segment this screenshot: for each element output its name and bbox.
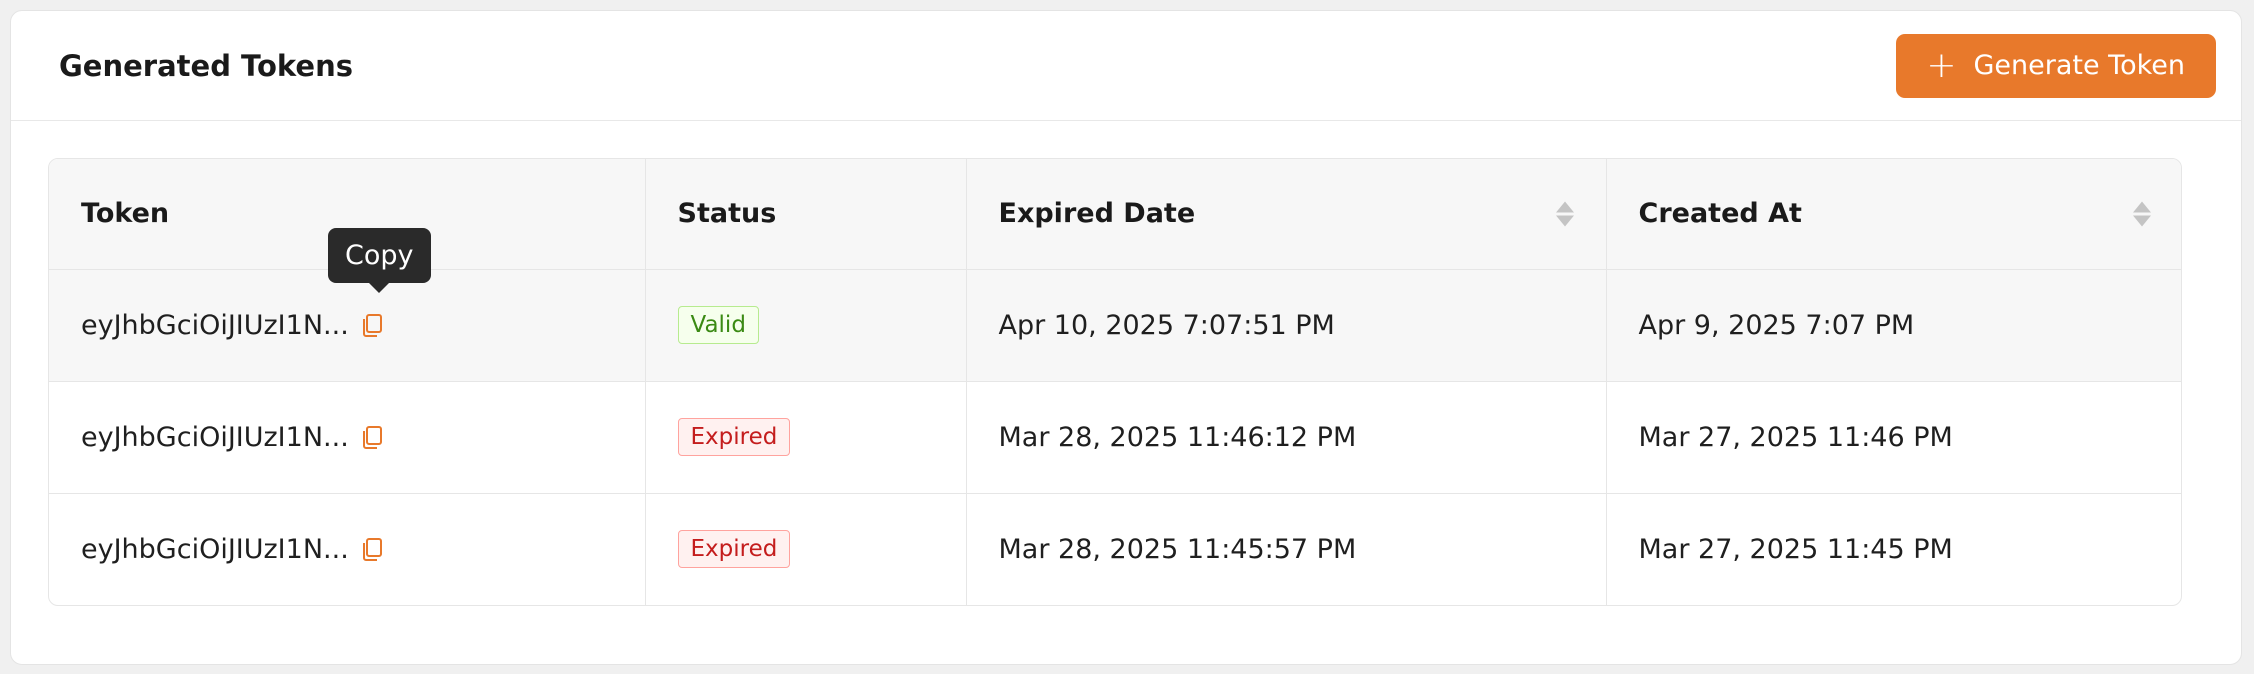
copy-icon[interactable] xyxy=(361,536,385,562)
expired-date-cell: Apr 10, 2025 7:07:51 PM xyxy=(966,269,1607,382)
status-cell: Expired xyxy=(645,381,967,494)
token-cell: eyJhbGciOiJIUzI1N... xyxy=(49,269,646,382)
status-cell: Expired xyxy=(645,493,967,605)
status-cell: Valid xyxy=(645,269,967,382)
page-title: Generated Tokens xyxy=(59,48,353,83)
plus-icon: + xyxy=(1926,44,1957,86)
token-value: eyJhbGciOiJIUzI1N... xyxy=(81,421,349,453)
status-badge: Valid xyxy=(677,306,759,344)
table-row: eyJhbGciOiJIUzI1N... Expired Mar 28, 202… xyxy=(49,493,2181,605)
token-cell: eyJhbGciOiJIUzI1N... xyxy=(49,381,646,494)
expired-date-cell: Mar 28, 2025 11:45:57 PM xyxy=(966,493,1607,605)
copy-icon[interactable] xyxy=(361,312,385,338)
token-cell: eyJhbGciOiJIUzI1N... xyxy=(49,493,646,605)
created-at-cell: Mar 27, 2025 11:45 PM xyxy=(1638,533,1953,565)
generate-token-label: Generate Token xyxy=(1973,50,2185,81)
status-badge: Expired xyxy=(677,418,791,456)
generate-token-button[interactable]: + Generate Token xyxy=(1896,33,2216,98)
sort-icon[interactable] xyxy=(1555,201,1574,227)
tokens-table: Token Status Expired Date Created At eyJ… xyxy=(48,158,2182,606)
column-header-status: Status xyxy=(645,159,967,270)
expired-date-cell: Mar 28, 2025 11:46:12 PM xyxy=(966,381,1607,494)
copy-icon[interactable] xyxy=(361,424,385,450)
copy-tooltip: Copy xyxy=(328,228,431,283)
status-badge: Expired xyxy=(677,530,791,569)
column-header-created-at[interactable]: Created At xyxy=(1606,159,2181,270)
token-value: eyJhbGciOiJIUzI1N... xyxy=(81,309,349,341)
sort-icon[interactable] xyxy=(2133,201,2151,227)
card-header: Generated Tokens + Generate Token xyxy=(11,11,2241,121)
table-row: eyJhbGciOiJIUzI1N... Expired Mar 28, 202… xyxy=(49,381,2181,494)
token-value: eyJhbGciOiJIUzI1N... xyxy=(81,533,349,565)
column-header-expired-date[interactable]: Expired Date xyxy=(966,159,1607,270)
created-at-cell: Mar 27, 2025 11:46 PM xyxy=(1606,381,2181,494)
created-at-cell: Apr 9, 2025 7:07 PM xyxy=(1606,269,2181,382)
